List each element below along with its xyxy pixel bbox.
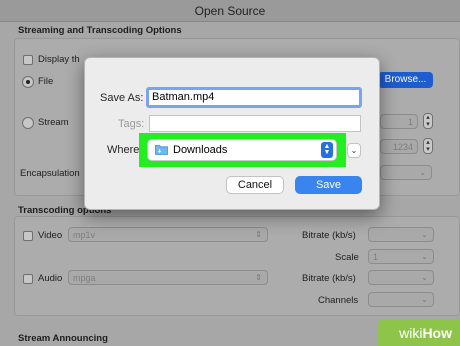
video-codec-value: mp1v bbox=[73, 230, 96, 240]
folder-icon bbox=[155, 144, 168, 155]
stream-radio[interactable] bbox=[22, 117, 34, 129]
stream-value1-stepper[interactable]: ▴ ▾ bbox=[423, 113, 433, 129]
stream-value1-field[interactable]: 1 bbox=[380, 114, 418, 129]
scale-label: Scale bbox=[335, 252, 359, 263]
chevron-updown-icon: ⇕ bbox=[255, 230, 262, 239]
audio-label: Audio bbox=[38, 273, 63, 284]
video-checkbox[interactable] bbox=[23, 231, 33, 241]
video-codec-popup[interactable]: mp1v ⇕ bbox=[68, 227, 268, 242]
scale-value: 1 bbox=[373, 252, 379, 262]
streaming-section-title: Streaming and Transcoding Options bbox=[18, 25, 182, 36]
window-title: Open Source bbox=[0, 0, 460, 22]
chevron-down-icon: ⌄ bbox=[421, 230, 428, 239]
browse-button[interactable]: Browse... bbox=[378, 72, 433, 88]
chevron-down-icon: ⌄ bbox=[421, 273, 428, 282]
encapsulation-label: Encapsulation bbox=[20, 168, 80, 179]
scale-popup[interactable]: 1 ⌄ bbox=[368, 249, 434, 264]
stream-label: Stream bbox=[38, 117, 69, 128]
audio-codec-value: mpga bbox=[73, 273, 96, 283]
chevron-down-icon: ⌄ bbox=[419, 168, 426, 177]
chevron-updown-icon: ▲ ▼ bbox=[321, 142, 333, 158]
chevron-down-icon: ⌄ bbox=[421, 295, 428, 304]
chevron-down-icon: ⌄ bbox=[421, 252, 428, 261]
stream-value2-field[interactable]: 1234 bbox=[380, 139, 418, 154]
cancel-button[interactable]: Cancel bbox=[226, 176, 284, 194]
video-label: Video bbox=[38, 230, 63, 241]
expand-dialog-button[interactable]: ⌄ bbox=[347, 143, 361, 158]
announcing-section-title: Stream Announcing bbox=[18, 333, 108, 344]
tags-label: Tags: bbox=[118, 118, 145, 130]
stream-value2-stepper[interactable]: ▴ ▾ bbox=[423, 138, 433, 154]
wikihow-watermark: wikiHow bbox=[378, 320, 460, 346]
audio-codec-popup[interactable]: mpga ⇕ bbox=[68, 270, 268, 285]
chevron-down-icon: ⌄ bbox=[350, 146, 358, 155]
video-bitrate-popup[interactable]: ⌄ bbox=[368, 227, 434, 242]
display-checkbox[interactable] bbox=[23, 55, 33, 65]
where-label: Where bbox=[107, 144, 140, 156]
save-as-input[interactable]: Batman.mp4 bbox=[146, 87, 362, 108]
audio-bitrate-popup[interactable]: ⌄ bbox=[368, 270, 434, 285]
channels-popup[interactable]: ⌄ bbox=[368, 292, 434, 307]
encapsulation-popup[interactable]: ⌄ bbox=[380, 165, 432, 180]
watermark-wiki: wiki bbox=[399, 325, 423, 341]
where-value: Downloads bbox=[173, 144, 228, 156]
save-as-label: Save As: bbox=[100, 92, 144, 104]
tags-input[interactable] bbox=[149, 115, 361, 132]
audio-checkbox[interactable] bbox=[23, 274, 33, 284]
display-label: Display th bbox=[38, 54, 80, 65]
channels-label: Channels bbox=[318, 295, 359, 306]
video-bitrate-label: Bitrate (kb/s) bbox=[302, 230, 356, 241]
watermark-how: How bbox=[422, 325, 452, 341]
chevron-updown-icon: ⇕ bbox=[255, 273, 262, 282]
audio-bitrate-label: Bitrate (kb/s) bbox=[302, 273, 356, 284]
save-button[interactable]: Save bbox=[295, 176, 362, 194]
file-radio[interactable] bbox=[22, 76, 34, 88]
file-label: File bbox=[38, 76, 54, 87]
